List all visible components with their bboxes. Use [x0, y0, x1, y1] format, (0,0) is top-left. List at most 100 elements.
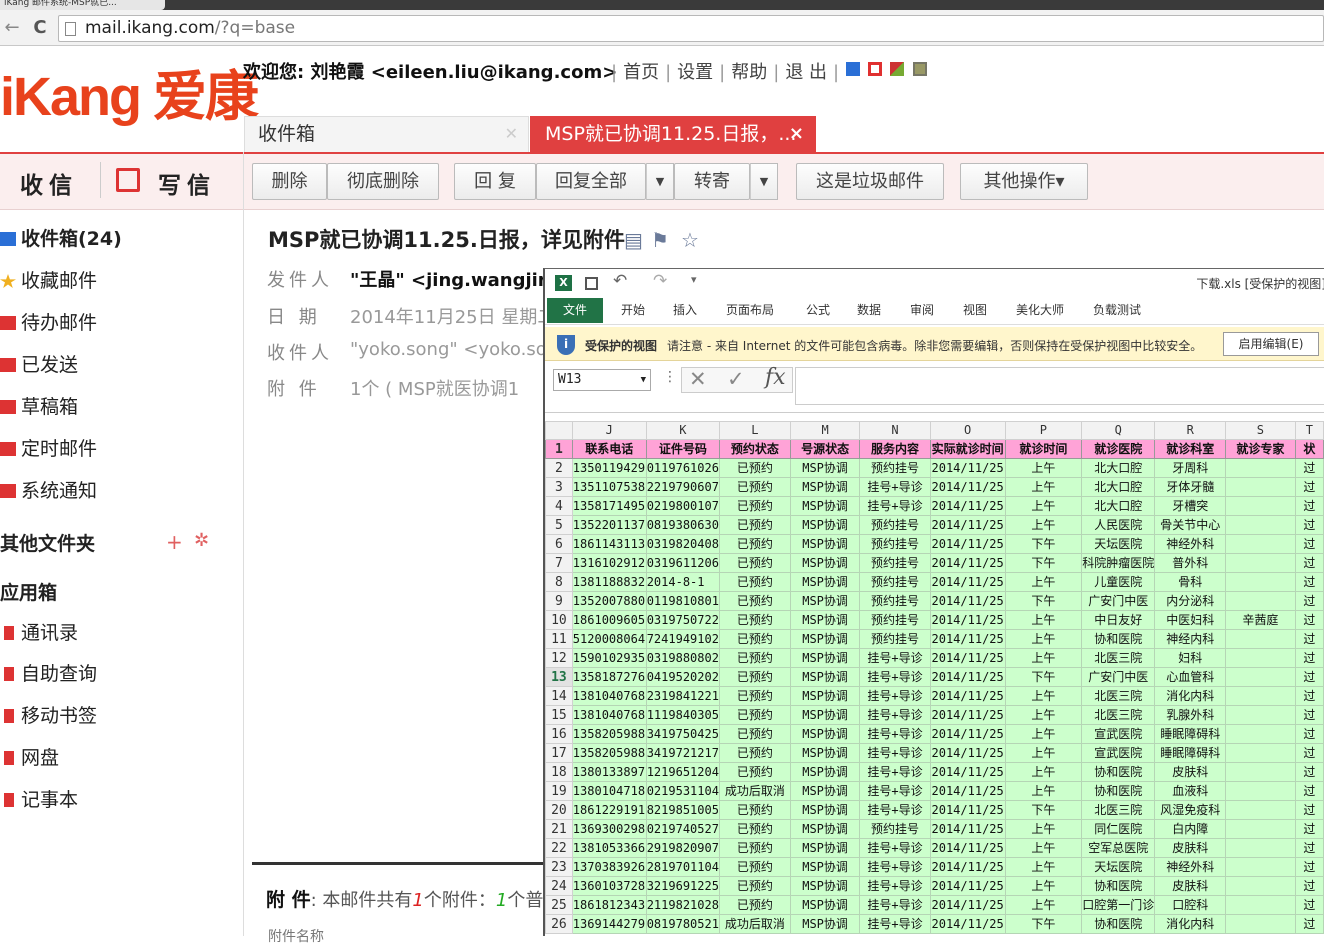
sheet-cell[interactable]: 2014/11/25 [929, 895, 1006, 915]
sheet-cell[interactable]: 预约挂号 [859, 458, 931, 478]
sheet-cell[interactable]: 上午 [1004, 819, 1083, 839]
sheet-cell[interactable]: 1358171495 [571, 496, 647, 516]
sheet-cell[interactable]: 骨关节中心 [1154, 515, 1227, 535]
sheet-cell[interactable]: 已预约 [718, 477, 791, 497]
sheet-cell[interactable]: 神经内科 [1154, 629, 1227, 649]
sheet-cell[interactable]: 2014/11/25 [929, 705, 1006, 725]
name-box[interactable]: W13 ▼ [553, 369, 651, 391]
sheet-cell[interactable]: 过 [1294, 496, 1324, 516]
sheet-cell[interactable]: 2014/11/25 [929, 857, 1006, 877]
other-folders-title[interactable]: 其他文件夹 [0, 529, 95, 556]
sheet-cell[interactable]: 0819780521 [645, 914, 720, 934]
sidebar-item-todo[interactable]: 待办邮件 [0, 303, 97, 343]
row-number[interactable]: 6 [545, 534, 573, 554]
sheet-cell[interactable]: 过 [1294, 724, 1324, 744]
flag-outline-icon[interactable]: ⚑ [651, 228, 669, 252]
sheet-cell[interactable]: 2014/11/25 [929, 914, 1006, 934]
ribbon-tab-home[interactable]: 开始 [621, 301, 645, 318]
sheet-cell[interactable]: 过 [1294, 914, 1324, 934]
sheet-cell[interactable]: 2014/11/25 [929, 553, 1006, 573]
skin-pattern-icon[interactable] [890, 62, 904, 76]
ribbon-tab-formulas[interactable]: 公式 [806, 301, 830, 318]
sheet-cell[interactable]: 皮肤科 [1154, 838, 1227, 858]
sheet-cell[interactable]: 上午 [1004, 876, 1083, 896]
ribbon-tab-file[interactable]: 文件 [547, 298, 603, 323]
sheet-cell[interactable]: MSP协调 [789, 857, 861, 877]
sheet-cell[interactable]: 消化内科 [1154, 686, 1227, 706]
sheet-cell[interactable]: 挂号+导诊 [859, 857, 931, 877]
sheet-cell[interactable]: 2014/11/25 [929, 819, 1006, 839]
sheet-cell[interactable]: 下午 [1004, 553, 1083, 573]
sheet-cell[interactable]: 已预约 [718, 724, 791, 744]
row-number[interactable]: 13 [545, 667, 573, 687]
row-number[interactable]: 11 [545, 629, 573, 649]
sheet-cell[interactable]: 2014/11/25 [929, 876, 1006, 896]
sheet-cell[interactable]: 7241949102 [645, 629, 720, 649]
sheet-cell[interactable]: 上午 [1004, 648, 1083, 668]
sheet-cell[interactable]: 2119821028 [645, 895, 720, 915]
sheet-cell[interactable]: MSP协调 [789, 458, 861, 478]
header-cell[interactable]: 就诊时间 [1004, 439, 1083, 459]
ribbon-tab-review[interactable]: 审阅 [910, 301, 934, 318]
sheet-cell[interactable]: 已预约 [718, 610, 791, 630]
column-header[interactable]: J [571, 421, 647, 440]
sheet-cell[interactable]: MSP协调 [789, 781, 861, 801]
sheet-cell[interactable] [1225, 838, 1296, 858]
save-icon[interactable] [585, 277, 598, 290]
ikang-logo[interactable]: iKang 爱康 [0, 62, 259, 132]
row-number[interactable]: 15 [545, 705, 573, 725]
row-number[interactable]: 2 [545, 458, 573, 478]
sheet-cell[interactable]: 下午 [1004, 534, 1083, 554]
sheet-cell[interactable]: 协和医院 [1081, 876, 1156, 896]
redo-icon[interactable]: ↷ [653, 271, 667, 291]
sheet-cell[interactable]: 乳腺外科 [1154, 705, 1227, 725]
sidebar-item-scheduled[interactable]: 定时邮件 [0, 429, 97, 469]
sheet-cell[interactable]: MSP协调 [789, 477, 861, 497]
column-header[interactable]: M [789, 421, 861, 440]
sheet-cell[interactable] [1225, 876, 1296, 896]
sheet-cell[interactable] [1225, 895, 1296, 915]
compose-icon[interactable] [116, 168, 140, 192]
sidebar-item-notices[interactable]: 系统通知 [0, 471, 97, 511]
sheet-cell[interactable]: 2819701104 [645, 857, 720, 877]
sheet-cell[interactable] [1225, 857, 1296, 877]
row-number[interactable]: 1 [545, 439, 573, 459]
sheet-cell[interactable]: 北医三院 [1081, 686, 1156, 706]
skin-blue-icon[interactable] [846, 62, 860, 76]
sheet-cell[interactable]: 挂号+导诊 [859, 667, 931, 687]
sheet-cell[interactable]: MSP协调 [789, 724, 861, 744]
sheet-cell[interactable]: 已预约 [718, 458, 791, 478]
sidebar-item-sent[interactable]: 已发送 [0, 345, 78, 385]
sheet-cell[interactable]: 过 [1294, 819, 1324, 839]
sheet-cell[interactable] [1225, 686, 1296, 706]
sheet-cell[interactable]: 过 [1294, 610, 1324, 630]
ribbon-tab-view[interactable]: 视图 [963, 301, 987, 318]
sheet-cell[interactable] [1225, 800, 1296, 820]
sheet-cell[interactable]: 风湿免疫科 [1154, 800, 1227, 820]
sheet-cell[interactable]: 已预约 [718, 572, 791, 592]
sheet-cell[interactable]: 1380104718 [571, 781, 647, 801]
sheet-cell[interactable]: 已预约 [718, 819, 791, 839]
formula-bar-grip-icon[interactable]: ⋮ [663, 369, 677, 385]
sidebar-app-disk[interactable]: 网盘 [0, 738, 59, 778]
sheet-cell[interactable]: 挂号+导诊 [859, 648, 931, 668]
sheet-cell[interactable]: 挂号+导诊 [859, 496, 931, 516]
sheet-cell[interactable]: MSP协调 [789, 762, 861, 782]
sheet-cell[interactable]: 已预约 [718, 534, 791, 554]
sheet-cell[interactable]: 挂号+导诊 [859, 838, 931, 858]
insert-function-icon[interactable]: fx [765, 365, 786, 390]
sheet-cell[interactable]: 上午 [1004, 629, 1083, 649]
sheet-cell[interactable]: MSP协调 [789, 914, 861, 934]
sheet-cell[interactable]: 2014-8-1 [645, 572, 720, 592]
header-cell[interactable]: 状 [1294, 439, 1324, 459]
sheet-cell[interactable]: 已预约 [718, 648, 791, 668]
column-header[interactable]: K [645, 421, 720, 440]
sheet-cell[interactable]: 骨科 [1154, 572, 1227, 592]
sheet-cell[interactable]: 3419721217 [645, 743, 720, 763]
undo-icon[interactable]: ↶ [613, 271, 627, 291]
row-number[interactable]: 20 [545, 800, 573, 820]
customize-toolbar-icon[interactable]: ▾ [691, 273, 697, 286]
sheet-cell[interactable]: 牙体牙髓 [1154, 477, 1227, 497]
sheet-cell[interactable]: 2014/11/25 [929, 762, 1006, 782]
row-number[interactable]: 21 [545, 819, 573, 839]
